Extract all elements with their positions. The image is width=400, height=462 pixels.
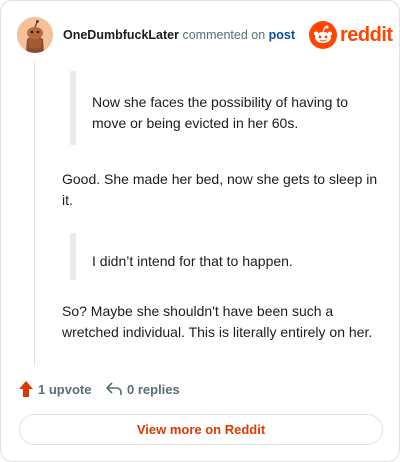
thread-line — [34, 61, 35, 366]
upvote-count: 1 upvote — [38, 382, 92, 397]
comment-body: Now she faces the possibility of having … — [62, 71, 381, 343]
reply-arrow-icon — [106, 382, 122, 396]
reddit-wordmark: reddit — [340, 24, 393, 46]
quote-bar — [70, 71, 76, 145]
upvote-button[interactable]: 1 upvote — [19, 380, 92, 400]
blockquote: I didn’t intend for that to happen. — [70, 233, 381, 280]
quote-text: I didn’t intend for that to happen. — [92, 253, 293, 269]
reply-count: 0 replies — [127, 382, 180, 397]
replies-button[interactable]: 0 replies — [106, 380, 196, 400]
reddit-comment-embed: OneDumbfuckLater commented on post reddi… — [0, 0, 400, 462]
byline: OneDumbfuckLater commented on post — [63, 27, 295, 43]
snoo-avatar-icon[interactable] — [17, 17, 53, 53]
action-text: commented on — [182, 28, 266, 42]
reddit-logo-icon — [309, 21, 337, 49]
author-name[interactable]: OneDumbfuckLater — [63, 28, 179, 42]
blockquote: Now she faces the possibility of having … — [70, 71, 381, 145]
reddit-logo[interactable]: reddit — [309, 21, 393, 49]
comment-paragraph: So? Maybe she shouldn't have been such a… — [62, 303, 373, 340]
quote-bar — [70, 233, 76, 280]
post-link[interactable]: post — [269, 28, 295, 42]
view-more-button[interactable]: View more on Reddit — [19, 414, 383, 445]
upvote-arrow-icon — [19, 381, 33, 397]
quote-text: Now she faces the possibility of having … — [92, 94, 349, 131]
comment-paragraph: Good. She made her bed, now she gets to … — [62, 171, 378, 208]
comment-header: OneDumbfuckLater commented on post reddi… — [17, 17, 393, 53]
